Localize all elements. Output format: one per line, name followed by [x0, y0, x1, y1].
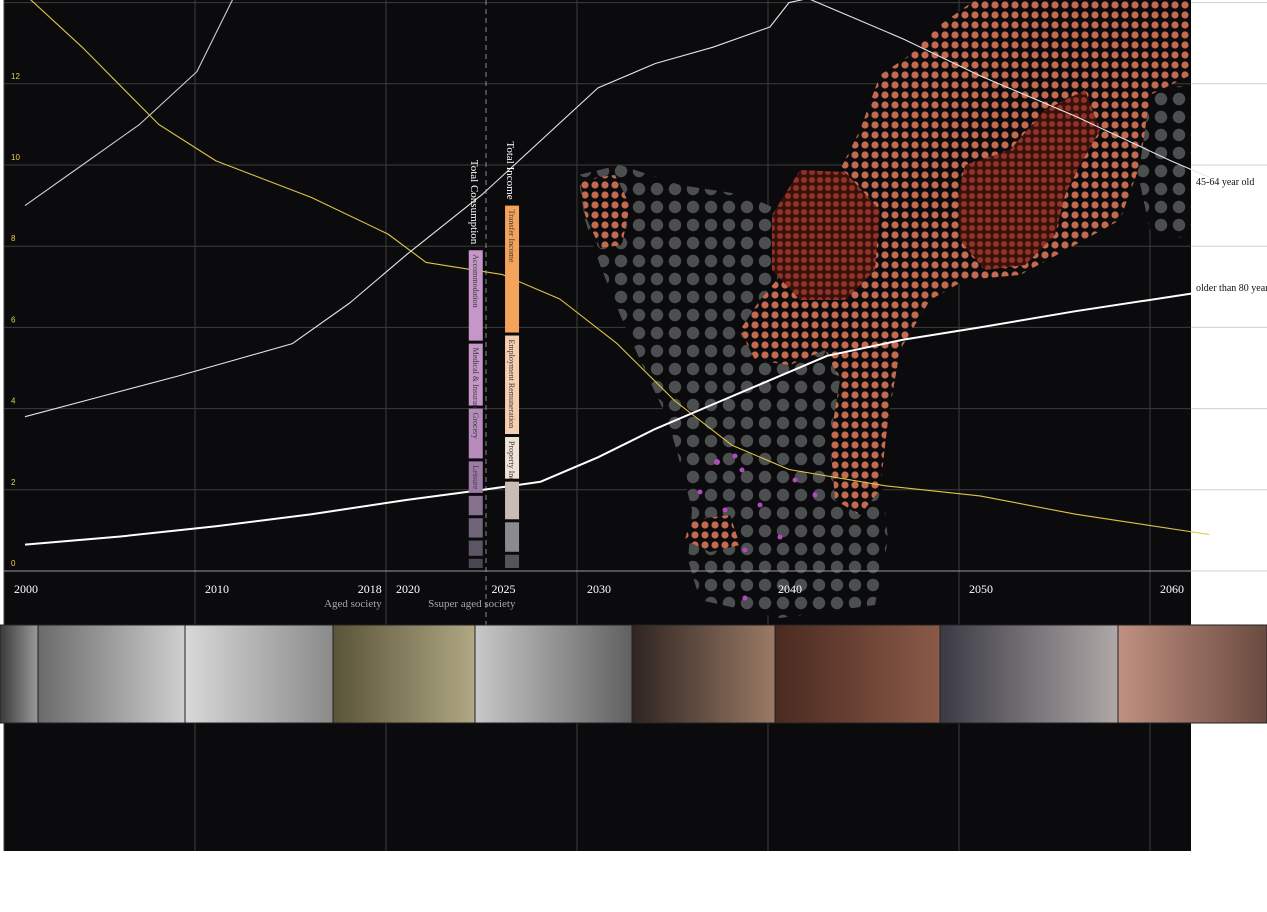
- photo-tile: [185, 625, 333, 723]
- x-tick-label: 2020: [396, 582, 420, 596]
- photo-strip: [0, 624, 1267, 724]
- y-tick-label: 2: [11, 478, 16, 487]
- photo-tile: [1118, 625, 1267, 723]
- marker-era-label: Aged society: [324, 598, 382, 610]
- stack-segment-label: Transfer Income: [507, 210, 516, 263]
- stack-title: Total Consumption: [468, 160, 480, 245]
- stack-segment-label: Employment Remuneration: [507, 340, 516, 429]
- marker-year-label: 2018: [358, 582, 382, 596]
- photo-tile: [775, 625, 940, 723]
- x-tick-label: 2010: [205, 582, 229, 596]
- y-tick-label: 10: [11, 153, 20, 162]
- y-tick-label: 6: [11, 315, 16, 324]
- stack-title: Total Income: [504, 141, 516, 199]
- photo-tile: [940, 625, 1118, 723]
- x-tick-label: 2000: [14, 582, 38, 596]
- stack-segment: [505, 522, 520, 552]
- stack-segment-label: Leisure: [471, 465, 480, 489]
- stack-segment-label: Accommodation: [471, 254, 480, 307]
- right-margin: [1191, 0, 1267, 912]
- stack-segment: [468, 518, 483, 538]
- y-tick-label: 12: [11, 72, 20, 81]
- y-tick-label: 8: [11, 234, 16, 243]
- stack-segment: [505, 554, 520, 568]
- photo-tile: [475, 625, 632, 723]
- stack-segment: [468, 540, 483, 556]
- photo-tile: [333, 625, 475, 723]
- y-tick-label: 0: [11, 559, 16, 568]
- stack-segment: [505, 481, 520, 520]
- marker-era-label: Ssuper aged society: [428, 598, 516, 610]
- photo-tile: [632, 625, 775, 723]
- stack-segment-label: Medical & Insurance: [471, 348, 480, 416]
- x-tick-label: 2050: [969, 582, 993, 596]
- photo-tile: [0, 625, 38, 723]
- marker-year-label: 2025: [492, 582, 516, 596]
- photo-tile: [38, 625, 185, 723]
- y-tick-label: 4: [11, 397, 16, 406]
- stack-segment-label: Grocery: [471, 413, 480, 439]
- x-tick-label: 2040: [778, 582, 802, 596]
- series-name-label: older than 80 year: [1196, 283, 1267, 294]
- timeline-chart: Accommodation Medical & InsuranceGrocery L…: [0, 0, 1267, 912]
- stack-segment: [468, 495, 483, 516]
- x-tick-label: 2030: [587, 582, 611, 596]
- bottom-margin: [0, 851, 1191, 912]
- stack-segment: [468, 558, 483, 568]
- series-name-label: 45-64 year old: [1196, 177, 1254, 188]
- x-tick-label: 2060: [1160, 582, 1184, 596]
